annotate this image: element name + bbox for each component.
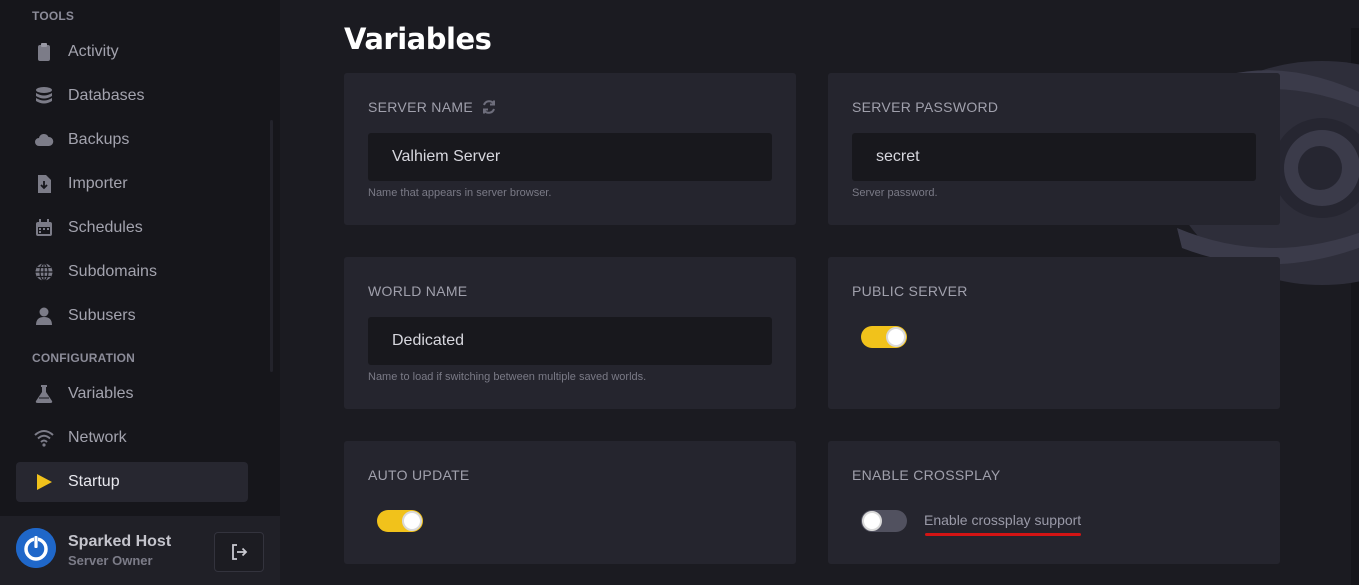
public-server-label: PUBLIC SERVER <box>852 283 968 299</box>
world-name-help: Name to load if switching between multip… <box>368 371 647 383</box>
card-auto-update: AUTO UPDATE <box>344 441 796 564</box>
power-icon <box>16 528 56 568</box>
sidebar-item-startup[interactable]: Startup <box>16 462 248 502</box>
logout-button[interactable] <box>214 532 264 572</box>
refresh-icon[interactable] <box>481 99 497 115</box>
card-public-server: PUBLIC SERVER <box>828 257 1280 409</box>
sidebar-item-subusers[interactable]: Subusers <box>16 296 248 336</box>
card-enable-crossplay: ENABLE CROSSPLAY Enable crossplay suppor… <box>828 441 1280 564</box>
sidebar-scrollbar[interactable] <box>270 120 273 372</box>
server-name-label: SERVER NAME <box>368 99 473 115</box>
globe-icon <box>34 262 54 282</box>
section-title-configuration: CONFIGURATION <box>32 351 136 365</box>
play-icon <box>34 472 54 492</box>
sidebar-item-label: Network <box>68 429 127 446</box>
world-name-input[interactable] <box>368 317 772 365</box>
logout-icon <box>232 544 248 560</box>
sidebar-item-label: Backups <box>68 131 130 148</box>
sidebar-item-network[interactable]: Network <box>16 418 248 458</box>
card-world-name: WORLD NAME Name to load if switching bet… <box>344 257 796 409</box>
server-password-input[interactable] <box>852 133 1256 181</box>
server-name-help: Name that appears in server browser. <box>368 187 552 199</box>
flask-icon <box>34 384 54 404</box>
calendar-icon <box>34 218 54 238</box>
annotation-underline <box>925 533 1081 536</box>
sidebar-item-label: Schedules <box>68 219 143 236</box>
enable-crossplay-toggle[interactable] <box>861 510 907 532</box>
database-icon <box>34 86 54 106</box>
sidebar-item-label: Importer <box>68 175 128 192</box>
public-server-toggle[interactable] <box>861 326 907 348</box>
server-name-input[interactable] <box>368 133 772 181</box>
user-bar: Sparked Host Server Owner <box>0 516 280 585</box>
auto-update-label: AUTO UPDATE <box>368 467 470 483</box>
enable-crossplay-label: ENABLE CROSSPLAY <box>852 467 1001 483</box>
toggle-knob <box>402 511 422 531</box>
sidebar-item-subdomains[interactable]: Subdomains <box>16 252 248 292</box>
toggle-knob <box>862 511 882 531</box>
toggle-knob <box>886 327 906 347</box>
avatar[interactable] <box>16 528 56 568</box>
sidebar: TOOLS Activity Databases Backups Importe… <box>0 0 280 585</box>
sidebar-item-backups[interactable]: Backups <box>16 120 248 160</box>
world-name-label: WORLD NAME <box>368 283 468 299</box>
sidebar-item-label: Activity <box>68 43 119 60</box>
sidebar-item-variables[interactable]: Variables <box>16 374 248 414</box>
wifi-icon <box>34 428 54 448</box>
section-title-tools: TOOLS <box>32 9 75 23</box>
sidebar-item-schedules[interactable]: Schedules <box>16 208 248 248</box>
auto-update-toggle[interactable] <box>377 510 423 532</box>
server-password-label: SERVER PASSWORD <box>852 99 999 115</box>
enable-crossplay-toggle-text[interactable]: Enable crossplay support <box>924 512 1081 528</box>
clipboard-icon <box>34 42 54 62</box>
sidebar-item-activity[interactable]: Activity <box>16 32 248 72</box>
card-server-name: SERVER NAME Name that appears in server … <box>344 73 796 225</box>
cloud-icon <box>34 130 54 150</box>
file-download-icon <box>34 174 54 194</box>
user-role: Server Owner <box>68 553 153 568</box>
sidebar-item-databases[interactable]: Databases <box>16 76 248 116</box>
sidebar-item-importer[interactable]: Importer <box>16 164 248 204</box>
sidebar-item-label: Subdomains <box>68 263 157 280</box>
sidebar-item-label: Subusers <box>68 307 136 324</box>
server-password-help: Server password. <box>852 187 938 199</box>
sidebar-item-label: Databases <box>68 87 145 104</box>
page-title: Variables <box>344 22 492 56</box>
user-icon <box>34 306 54 326</box>
card-server-password: SERVER PASSWORD Server password. <box>828 73 1280 225</box>
sidebar-item-label: Startup <box>68 473 120 490</box>
user-name: Sparked Host <box>68 533 172 550</box>
sidebar-item-label: Variables <box>68 385 134 402</box>
server-name-label-row: SERVER NAME <box>368 99 497 115</box>
